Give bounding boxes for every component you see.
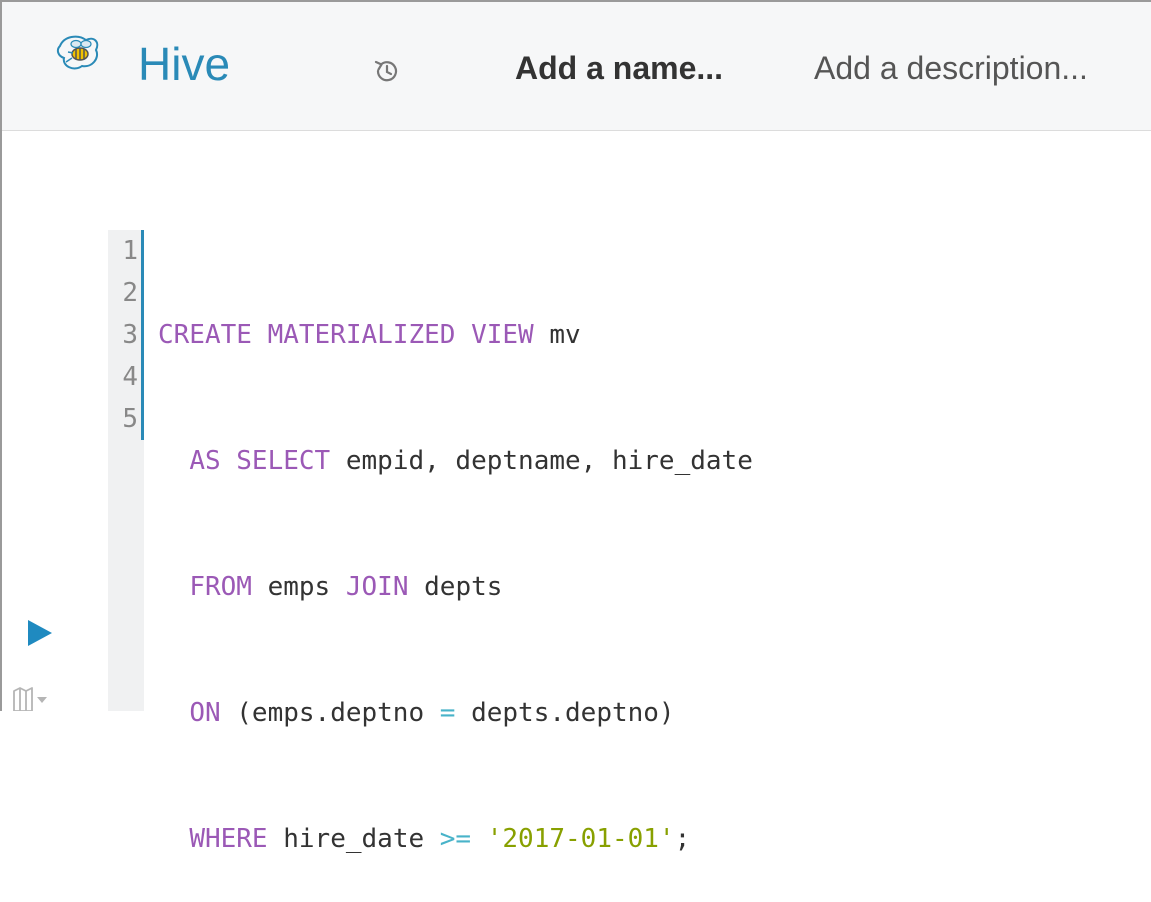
sql-keyword: WHERE	[189, 824, 268, 854]
sql-string-literal: '2017-01-01'	[486, 824, 675, 854]
code-line[interactable]: WHERE hire_date >= '2017-01-01';	[158, 818, 1138, 860]
sql-keyword: FROM	[189, 572, 252, 602]
app-title: Hive	[138, 38, 231, 90]
play-icon[interactable]	[26, 618, 54, 648]
sql-keyword: JOIN	[345, 572, 409, 602]
sql-identifier: empid, deptname, hire_date	[330, 446, 753, 476]
line-number: 1	[122, 236, 138, 266]
code-line[interactable]: AS SELECT empid, deptname, hire_date	[158, 440, 1138, 482]
editor-header: Hive Add a name... Add a description...	[2, 2, 1151, 131]
line-number: 5	[122, 404, 138, 434]
code-line[interactable]: FROM emps JOIN depts	[158, 566, 1138, 608]
sql-identifier: hire_date	[267, 824, 440, 854]
query-description-field[interactable]: Add a description...	[814, 46, 1088, 90]
sql-identifier: emps	[251, 572, 346, 602]
line-number: 2	[122, 278, 138, 308]
query-name-field[interactable]: Add a name...	[515, 46, 723, 90]
sql-code-editor[interactable]: CREATE MATERIALIZED VIEW mv AS SELECT em…	[158, 230, 1138, 902]
map-icon[interactable]	[10, 683, 50, 712]
hive-bee-logo-icon	[56, 32, 102, 72]
sql-keyword: ON	[189, 698, 221, 728]
sql-identifier: depts.deptno)	[455, 698, 675, 728]
line-number: 4	[122, 362, 138, 392]
code-line[interactable]: ON (emps.deptno = depts.deptno)	[158, 692, 1138, 734]
active-lines-marker	[141, 230, 144, 440]
line-numbers: 1 2 3 4 5	[108, 230, 138, 440]
sql-identifier: (emps.deptno	[220, 698, 440, 728]
line-number: 3	[122, 320, 138, 350]
history-icon[interactable]	[372, 56, 402, 86]
sql-identifier: depts	[408, 572, 503, 602]
sql-operator: >=	[439, 824, 472, 854]
sql-punctuation: ;	[674, 824, 691, 854]
sql-whitespace	[471, 824, 487, 854]
sql-operator: =	[439, 698, 456, 728]
sql-identifier: mv	[533, 320, 581, 350]
code-line[interactable]: CREATE MATERIALIZED VIEW mv	[158, 314, 1138, 356]
sql-keyword: CREATE MATERIALIZED VIEW	[158, 320, 534, 350]
sql-keyword: AS SELECT	[189, 446, 331, 476]
